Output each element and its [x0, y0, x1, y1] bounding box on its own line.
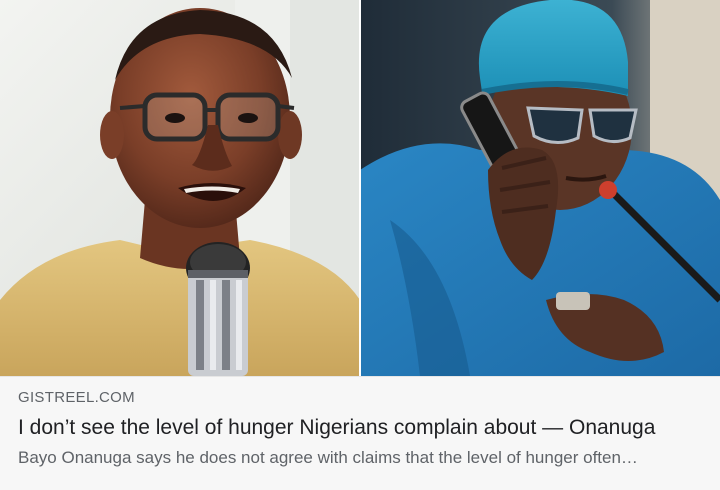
phone-call-portrait-image [360, 0, 720, 376]
speaker-portrait-image [0, 0, 360, 376]
right-photo [360, 0, 720, 376]
photo-collage[interactable] [0, 0, 720, 376]
article-headline[interactable]: I don’t see the level of hunger Nigerian… [18, 415, 708, 441]
article-snippet: Bayo Onanuga says he does not agree with… [18, 448, 638, 467]
article-meta[interactable]: GISTREEL.COM I don’t see the level of hu… [0, 376, 720, 490]
source-label[interactable]: GISTREEL.COM [18, 389, 135, 406]
left-photo [0, 0, 360, 376]
news-card[interactable]: GISTREEL.COM I don’t see the level of hu… [0, 0, 720, 490]
microphone-icon [186, 242, 250, 376]
photo-divider [359, 0, 361, 376]
